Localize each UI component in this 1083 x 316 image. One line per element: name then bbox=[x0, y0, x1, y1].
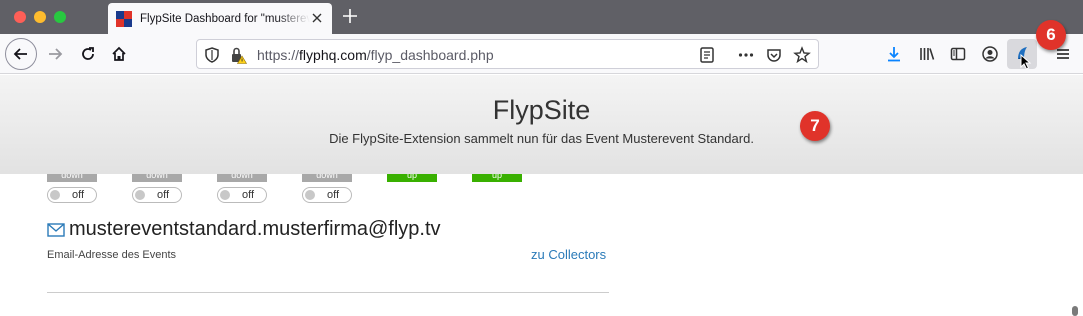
toggle-label: off bbox=[157, 189, 170, 201]
bookmark-star-icon[interactable] bbox=[793, 46, 811, 64]
forward-icon bbox=[49, 48, 63, 60]
flypsite-extension-button[interactable] bbox=[1007, 39, 1037, 70]
shield-icon[interactable] bbox=[203, 46, 221, 64]
lock-warning-icon[interactable] bbox=[229, 46, 247, 64]
banner-subtitle: Die FlypSite-Extension sammelt nun für d… bbox=[329, 131, 754, 146]
toggle-label: off bbox=[327, 189, 340, 201]
collectors-link[interactable]: zu Collectors bbox=[531, 247, 606, 262]
pocket-icon[interactable] bbox=[765, 46, 783, 64]
home-button[interactable] bbox=[104, 39, 134, 69]
banner-title: FlypSite bbox=[492, 95, 591, 125]
tab-title: FlypSite Dashboard for "musterevent bbox=[140, 12, 310, 25]
sidebar-button[interactable] bbox=[943, 39, 973, 69]
collector-cell: up bbox=[472, 174, 542, 182]
email-caption: Email-Adresse des Events bbox=[47, 249, 176, 261]
collector-status: down bbox=[217, 174, 267, 182]
mail-icon bbox=[47, 222, 65, 237]
collector-status: down bbox=[132, 174, 182, 182]
callout-badge-7: 7 bbox=[800, 111, 830, 141]
flypsite-banner: FlypSite Die FlypSite-Extension sammelt … bbox=[0, 75, 1083, 174]
navigation-toolbar: https://flyphq.com/flyp_dashboard.php bbox=[0, 34, 1083, 74]
section-divider bbox=[47, 292, 609, 293]
sidebar-icon bbox=[950, 47, 966, 61]
reload-button[interactable] bbox=[73, 39, 103, 69]
toggle-knob bbox=[50, 190, 60, 200]
toggle-label: off bbox=[72, 189, 85, 201]
download-icon bbox=[888, 47, 900, 62]
account-button[interactable] bbox=[975, 39, 1005, 69]
toggle-knob bbox=[305, 190, 315, 200]
flypsite-favicon-icon bbox=[116, 10, 132, 27]
library-button[interactable] bbox=[912, 39, 942, 69]
more-icon[interactable] bbox=[737, 46, 755, 64]
account-icon bbox=[982, 46, 998, 62]
collector-status: up bbox=[472, 174, 522, 182]
collector-cell: up bbox=[387, 174, 457, 182]
mouse-cursor-icon bbox=[1020, 54, 1032, 70]
back-icon bbox=[13, 48, 27, 60]
close-window-button[interactable] bbox=[14, 11, 26, 23]
reload-icon bbox=[82, 47, 94, 60]
collector-status: down bbox=[47, 174, 97, 182]
minimize-window-button[interactable] bbox=[34, 11, 46, 23]
browser-titlebar: FlypSite Dashboard for "musterevent bbox=[0, 0, 1083, 34]
collector-toggle[interactable]: off bbox=[132, 187, 182, 203]
collector-cell: down off bbox=[217, 174, 287, 203]
home-icon bbox=[112, 46, 126, 61]
browser-tab[interactable]: FlypSite Dashboard for "musterevent bbox=[108, 3, 332, 34]
close-tab-icon[interactable] bbox=[310, 11, 324, 25]
event-email-row: mustereventstandard.musterfirma@flyp.tv bbox=[47, 218, 441, 241]
downloads-button[interactable] bbox=[879, 39, 909, 69]
collector-status: up bbox=[387, 174, 437, 182]
collector-cell: down off bbox=[132, 174, 202, 203]
collector-cell: down off bbox=[302, 174, 372, 203]
library-icon bbox=[920, 48, 935, 60]
url-bar[interactable]: https://flyphq.com/flyp_dashboard.php bbox=[196, 39, 819, 69]
collector-toggle[interactable]: off bbox=[302, 187, 352, 203]
toggle-label: off bbox=[242, 189, 255, 201]
back-button[interactable] bbox=[5, 38, 37, 70]
url-domain: flyphq.com bbox=[299, 47, 367, 63]
zoom-window-button[interactable] bbox=[54, 11, 66, 23]
scrollbar-thumb[interactable] bbox=[1072, 306, 1078, 316]
reader-view-icon[interactable] bbox=[698, 46, 716, 64]
collector-status: down bbox=[302, 174, 352, 182]
url-prefix: https:// bbox=[257, 47, 300, 63]
collector-cell: down off bbox=[47, 174, 117, 203]
url-path: /flyp_dashboard.php bbox=[366, 47, 494, 63]
new-tab-icon[interactable] bbox=[341, 7, 359, 25]
event-email[interactable]: mustereventstandard.musterfirma@flyp.tv bbox=[69, 218, 441, 241]
toggle-knob bbox=[220, 190, 230, 200]
forward-button[interactable] bbox=[40, 39, 70, 69]
toggle-knob bbox=[135, 190, 145, 200]
collector-toggle[interactable]: off bbox=[47, 187, 97, 203]
collector-toggle[interactable]: off bbox=[217, 187, 267, 203]
url-text[interactable]: https://flyphq.com/flyp_dashboard.php bbox=[257, 47, 494, 63]
callout-badge-6: 6 bbox=[1036, 20, 1066, 50]
